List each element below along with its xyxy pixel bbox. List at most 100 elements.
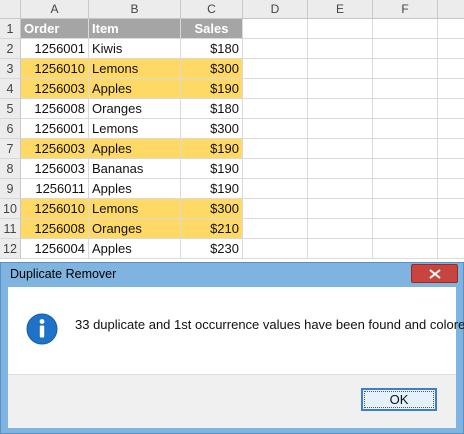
empty-cell[interactable] [373,79,438,99]
empty-cell[interactable] [308,99,373,119]
empty-cell[interactable] [243,119,308,139]
empty-cell[interactable] [243,59,308,79]
empty-cell[interactable] [438,39,464,59]
item-cell[interactable]: Lemons [89,59,181,79]
empty-cell[interactable] [308,199,373,219]
empty-cell[interactable] [308,19,373,39]
header-cell-order[interactable]: Order [21,19,89,39]
sales-cell[interactable]: $180 [181,39,243,59]
empty-cell[interactable] [373,239,438,259]
empty-cell[interactable] [373,39,438,59]
order-cell[interactable]: 1256011 [21,179,89,199]
column-header-b[interactable]: B [89,0,181,19]
order-cell[interactable]: 1256010 [21,59,89,79]
ok-button[interactable]: OK [361,388,437,411]
dialog-titlebar[interactable]: Duplicate Remover [1,263,463,287]
column-header-e[interactable]: E [308,0,373,19]
order-cell[interactable]: 1256001 [21,119,89,139]
empty-cell[interactable] [243,139,308,159]
empty-cell[interactable] [243,179,308,199]
empty-cell[interactable] [243,39,308,59]
row-header-7[interactable]: 7 [0,139,21,159]
empty-cell[interactable] [438,79,464,99]
sales-cell[interactable]: $190 [181,159,243,179]
order-cell[interactable]: 1256003 [21,139,89,159]
empty-cell[interactable] [243,199,308,219]
column-header-a[interactable]: A [21,0,89,19]
empty-cell[interactable] [373,179,438,199]
empty-cell[interactable] [308,59,373,79]
sales-cell[interactable]: $210 [181,219,243,239]
empty-cell[interactable] [438,99,464,119]
column-header-c[interactable]: C [181,0,243,19]
empty-cell[interactable] [243,19,308,39]
row-header-3[interactable]: 3 [0,59,21,79]
empty-cell[interactable] [373,119,438,139]
column-header-g[interactable] [438,0,464,19]
empty-cell[interactable] [438,139,464,159]
empty-cell[interactable] [308,179,373,199]
empty-cell[interactable] [308,119,373,139]
order-cell[interactable]: 1256008 [21,219,89,239]
empty-cell[interactable] [308,159,373,179]
sales-cell[interactable]: $230 [181,239,243,259]
empty-cell[interactable] [308,239,373,259]
empty-cell[interactable] [438,199,464,219]
sales-cell[interactable]: $190 [181,79,243,99]
empty-cell[interactable] [373,159,438,179]
row-header-12[interactable]: 12 [0,239,21,259]
empty-cell[interactable] [308,139,373,159]
empty-cell[interactable] [438,119,464,139]
empty-cell[interactable] [373,59,438,79]
item-cell[interactable]: Apples [89,179,181,199]
empty-cell[interactable] [373,19,438,39]
sales-cell[interactable]: $190 [181,179,243,199]
empty-cell[interactable] [243,219,308,239]
item-cell[interactable]: Lemons [89,199,181,219]
row-header-6[interactable]: 6 [0,119,21,139]
row-header-2[interactable]: 2 [0,39,21,59]
empty-cell[interactable] [243,79,308,99]
empty-cell[interactable] [373,99,438,119]
item-cell[interactable]: Lemons [89,119,181,139]
item-cell[interactable]: Apples [89,79,181,99]
sales-cell[interactable]: $300 [181,119,243,139]
empty-cell[interactable] [438,219,464,239]
empty-cell[interactable] [373,219,438,239]
empty-cell[interactable] [438,239,464,259]
item-cell[interactable]: Kiwis [89,39,181,59]
row-header-1[interactable]: 1 [0,19,21,39]
item-cell[interactable]: Apples [89,239,181,259]
header-cell-item[interactable]: Item [89,19,181,39]
empty-cell[interactable] [438,179,464,199]
row-header-11[interactable]: 11 [0,219,21,239]
item-cell[interactable]: Oranges [89,219,181,239]
row-header-10[interactable]: 10 [0,199,21,219]
empty-cell[interactable] [243,99,308,119]
row-header-5[interactable]: 5 [0,99,21,119]
order-cell[interactable]: 1256003 [21,159,89,179]
sales-cell[interactable]: $190 [181,139,243,159]
close-button[interactable] [411,264,458,283]
item-cell[interactable]: Apples [89,139,181,159]
column-header-f[interactable]: F [373,0,438,19]
column-header-d[interactable]: D [243,0,308,19]
empty-cell[interactable] [243,239,308,259]
header-cell-sales[interactable]: Sales [181,19,243,39]
sales-cell[interactable]: $300 [181,199,243,219]
select-all-corner[interactable] [0,0,21,19]
empty-cell[interactable] [373,139,438,159]
empty-cell[interactable] [308,219,373,239]
empty-cell[interactable] [438,59,464,79]
sales-cell[interactable]: $300 [181,59,243,79]
empty-cell[interactable] [438,19,464,39]
item-cell[interactable]: Bananas [89,159,181,179]
order-cell[interactable]: 1256001 [21,39,89,59]
empty-cell[interactable] [373,199,438,219]
order-cell[interactable]: 1256008 [21,99,89,119]
item-cell[interactable]: Oranges [89,99,181,119]
empty-cell[interactable] [308,39,373,59]
empty-cell[interactable] [243,159,308,179]
order-cell[interactable]: 1256003 [21,79,89,99]
empty-cell[interactable] [438,159,464,179]
